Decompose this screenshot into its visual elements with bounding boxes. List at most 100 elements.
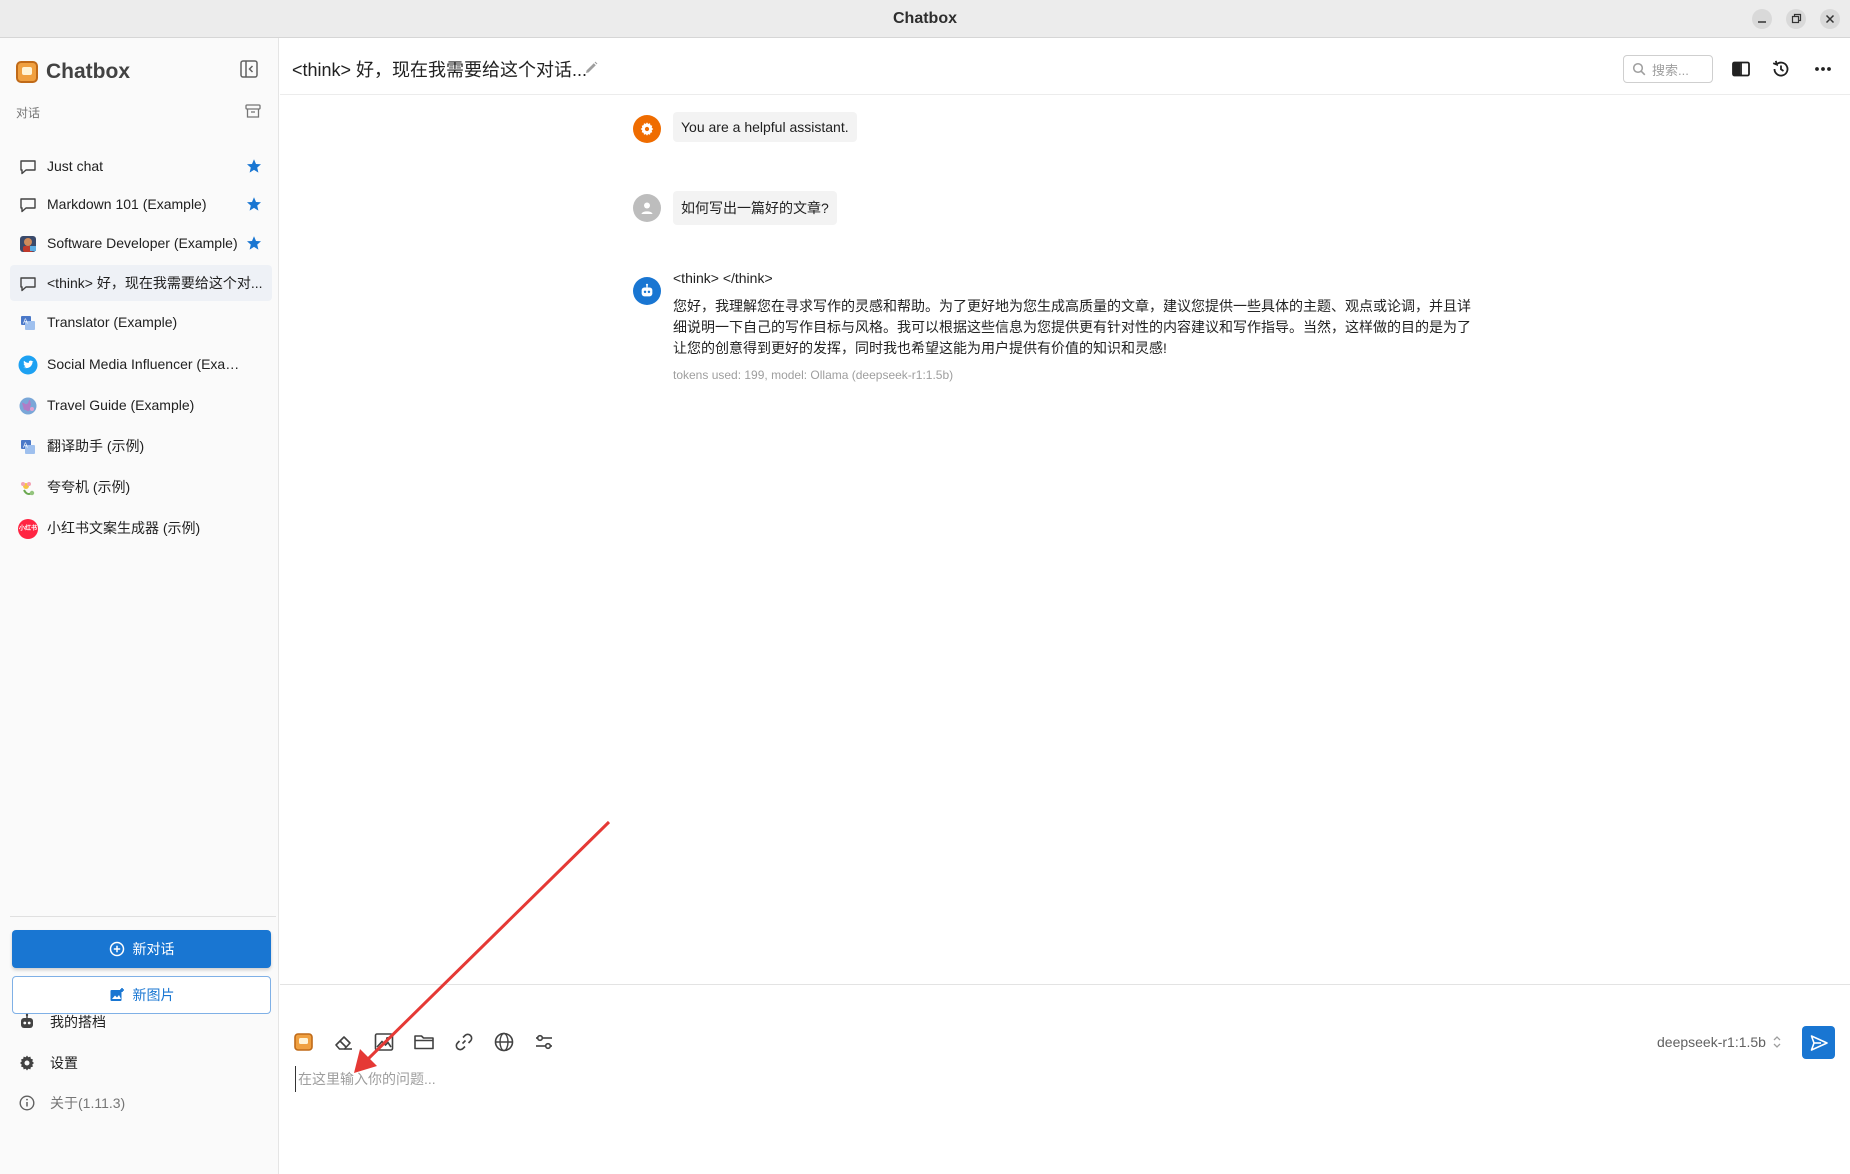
close-icon	[1825, 14, 1835, 24]
session-label: Software Developer (Example)	[47, 235, 238, 251]
chatbox-logo-icon[interactable]	[292, 1030, 316, 1054]
session-item[interactable]: 小红书 小红书文案生成器 (示例)	[10, 510, 272, 546]
new-chat-label: 新对话	[132, 941, 175, 957]
gear-icon	[20, 1055, 34, 1071]
send-icon	[1810, 1034, 1828, 1051]
add-photo-icon	[110, 988, 124, 1001]
composer-divider	[280, 984, 1850, 985]
model-selector[interactable]: deepseek-r1:1.5b	[1657, 1034, 1782, 1050]
svg-text:A: A	[23, 318, 28, 326]
system-avatar	[633, 115, 661, 143]
star-icon[interactable]	[246, 196, 262, 212]
brand-name: Chatbox	[46, 60, 130, 83]
session-item[interactable]: Social Media Influencer (Example)	[10, 346, 272, 382]
about-label: 关于(1.11.3)	[50, 1095, 126, 1111]
send-button[interactable]	[1802, 1026, 1835, 1059]
sidebar-divider	[10, 916, 276, 917]
chat-main: <think> 好，现在我需要给这个对话... 搜索...	[280, 38, 1850, 1174]
message-input[interactable]	[295, 1066, 1795, 1092]
session-label: <think> 好，现在我需要给这个对...	[47, 275, 263, 291]
session-item[interactable]: A Translator (Example)	[10, 304, 272, 340]
developer-avatar-icon	[20, 236, 36, 252]
session-item[interactable]: Markdown 101 (Example)	[10, 186, 272, 222]
session-label: Just chat	[47, 158, 104, 174]
new-chat-button[interactable]: 新对话	[12, 930, 271, 968]
gear-icon	[640, 122, 654, 136]
session-item-active[interactable]: <think> 好，现在我需要给这个对...	[10, 265, 272, 301]
settings-label: 设置	[50, 1055, 78, 1071]
new-image-label: 新图片	[132, 987, 175, 1003]
chat-bubble-icon	[20, 160, 36, 175]
translator-avatar-icon: A	[21, 316, 35, 330]
session-label: 翻译助手 (示例)	[47, 438, 145, 454]
xiaohongshu-badge-text: 小红书	[18, 526, 37, 532]
xiaohongshu-avatar-icon: 小红书	[18, 519, 38, 539]
session-label: Travel Guide (Example)	[47, 397, 195, 413]
star-icon[interactable]	[246, 235, 262, 251]
star-icon[interactable]	[246, 158, 262, 174]
window-title: Chatbox	[893, 10, 957, 27]
section-label-conversations: 对话	[16, 106, 41, 120]
edit-pencil-icon[interactable]	[583, 60, 599, 76]
session-label: Translator (Example)	[47, 314, 178, 330]
robot-icon	[641, 283, 653, 297]
translator-avatar-icon: A	[21, 440, 35, 454]
twitter-avatar-icon	[18, 355, 38, 375]
chat-title[interactable]: <think> 好，现在我需要给这个对话...	[292, 56, 587, 82]
brand: Chatbox	[16, 56, 130, 88]
close-window-button[interactable]	[1820, 9, 1840, 29]
chat-bubble-icon	[20, 277, 36, 292]
message-meta: tokens used: 199, model: Ollama (deepsee…	[673, 368, 954, 382]
search-box[interactable]: 搜索...	[1623, 55, 1713, 83]
globe-avatar-icon	[19, 397, 37, 415]
eraser-icon[interactable]	[332, 1030, 356, 1054]
svg-text:A: A	[23, 442, 28, 450]
robot-icon	[21, 1013, 33, 1028]
session-label: 小红书文案生成器 (示例)	[47, 520, 201, 536]
session-item[interactable]: Travel Guide (Example)	[10, 387, 272, 423]
session-item[interactable]: Just chat	[10, 148, 272, 184]
assistant-body: 您好，我理解您在寻求写作的灵感和帮助。为了更好地为您生成高质量的文章，建议您提供…	[673, 298, 1471, 356]
my-copilots-item[interactable]: 我的搭档	[18, 1008, 106, 1036]
assistant-avatar	[633, 277, 661, 305]
link-icon[interactable]	[452, 1030, 476, 1054]
user-avatar	[633, 194, 661, 222]
restore-icon	[1791, 13, 1802, 24]
my-copilots-label: 我的搭档	[50, 1014, 106, 1030]
archive-icon[interactable]	[244, 102, 262, 120]
split-view-icon[interactable]	[1730, 58, 1752, 80]
search-placeholder: 搜索...	[1652, 62, 1689, 78]
add-circle-icon	[109, 941, 124, 957]
model-name: deepseek-r1:1.5b	[1657, 1034, 1766, 1050]
search-icon	[1632, 62, 1646, 76]
person-icon	[641, 202, 653, 214]
header-divider	[280, 94, 1850, 95]
assistant-message: <think> </think> 您好，我理解您在寻求写作的灵感和帮助。为了更好…	[673, 268, 1483, 386]
collapse-sidebar-icon[interactable]	[238, 58, 260, 80]
minimize-icon	[1758, 21, 1766, 23]
globe-icon[interactable]	[492, 1030, 516, 1054]
restore-button[interactable]	[1786, 9, 1806, 29]
settings-sliders-icon[interactable]	[532, 1030, 556, 1054]
chat-bubble-icon	[20, 198, 36, 213]
session-item[interactable]: Software Developer (Example)	[10, 225, 272, 261]
settings-item[interactable]: 设置	[18, 1049, 78, 1077]
session-label: Markdown 101 (Example)	[47, 196, 207, 212]
user-message: 如何写出一篇好的文章?	[673, 191, 837, 225]
folder-icon[interactable]	[412, 1030, 436, 1054]
minimize-button[interactable]	[1752, 9, 1772, 29]
session-item[interactable]: A 翻译助手 (示例)	[10, 428, 272, 464]
session-label: 夸夸机 (示例)	[47, 479, 131, 495]
session-item[interactable]: 夸夸机 (示例)	[10, 469, 272, 505]
history-icon[interactable]	[1770, 58, 1792, 80]
image-attach-icon[interactable]	[372, 1030, 396, 1054]
window-titlebar: Chatbox	[0, 0, 1850, 38]
system-message: You are a helpful assistant.	[673, 112, 857, 142]
unfold-icon	[1773, 1036, 1781, 1048]
about-item[interactable]: 关于(1.11.3)	[18, 1089, 125, 1117]
flower-avatar-icon	[21, 482, 35, 496]
chatbox-logo-icon	[16, 61, 38, 83]
more-options-icon[interactable]	[1812, 58, 1834, 80]
sidebar: Chatbox 对话 Just chat Markdown 101 (Examp…	[0, 38, 279, 1174]
session-label: Social Media Influencer (Example)	[47, 356, 247, 372]
